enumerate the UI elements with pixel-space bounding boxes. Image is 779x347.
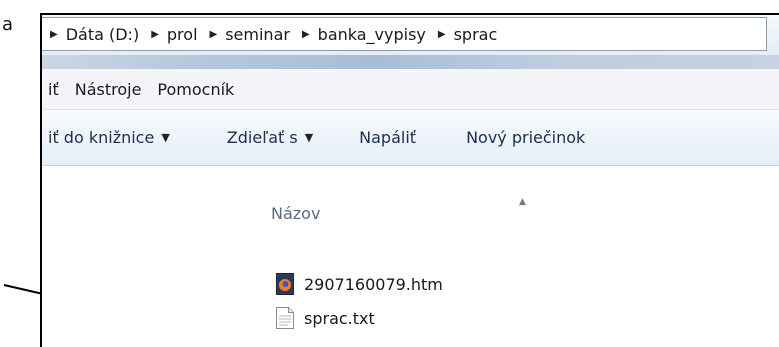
share-with-button[interactable]: Zdieľať s ▼	[227, 128, 313, 147]
address-field[interactable]: ▶ Dáta (D:) ▶ prol ▶ seminar ▶ banka_vypisy …	[42, 17, 767, 51]
text-file-icon	[276, 307, 294, 329]
file-name: 2907160079.htm	[304, 274, 443, 294]
breadcrumb-item[interactable]: ▶ banka_vypisy	[300, 25, 426, 44]
breadcrumb-item[interactable]: ▶ seminar	[208, 25, 290, 44]
menu-item-tools[interactable]: Nástroje	[75, 80, 142, 99]
firefox-html-file-icon	[276, 273, 294, 295]
file-row[interactable]: 2907160079.htm	[276, 273, 443, 295]
menu-bar: iť Nástroje Pomocník	[42, 69, 779, 110]
breadcrumb-item[interactable]: ▶ prol	[149, 25, 197, 44]
file-name: sprac.txt	[304, 308, 375, 328]
breadcrumb-separator-icon[interactable]: ▶	[151, 29, 159, 40]
new-folder-button[interactable]: Nový priečinok	[466, 128, 585, 147]
column-header-name[interactable]: Názov	[271, 204, 320, 223]
breadcrumb-item[interactable]: ▶ Dáta (D:)	[48, 25, 139, 44]
sort-ascending-icon: ▲	[519, 197, 526, 207]
window-glass-band	[42, 55, 779, 69]
address-bar: ▶ Dáta (D:) ▶ prol ▶ seminar ▶ banka_vypisy …	[42, 15, 779, 55]
chevron-down-icon: ▼	[161, 131, 170, 144]
breadcrumb-separator-icon[interactable]: ▶	[210, 29, 218, 40]
include-in-library-button[interactable]: iť do knižnice ▼	[48, 128, 170, 147]
breadcrumb-item[interactable]: ▶ sprac	[436, 25, 497, 44]
menu-item-help[interactable]: Pomocník	[157, 80, 234, 99]
command-toolbar: iť do knižnice ▼ Zdieľať s ▼ Napáliť Nový …	[42, 110, 779, 166]
menu-item-view[interactable]: iť	[48, 80, 59, 99]
file-list: Názov ▲ 2907160079.htm sprac.txt	[42, 166, 779, 347]
burn-button[interactable]: Napáliť	[359, 128, 416, 147]
breadcrumb-separator-icon[interactable]: ▶	[438, 29, 446, 40]
breadcrumb-separator-icon[interactable]: ▶	[50, 29, 58, 40]
explorer-window: ▶ Dáta (D:) ▶ prol ▶ seminar ▶ banka_vypisy …	[40, 13, 779, 347]
breadcrumb-separator-icon[interactable]: ▶	[302, 29, 310, 40]
chevron-down-icon: ▼	[304, 131, 314, 144]
file-row[interactable]: sprac.txt	[276, 307, 375, 329]
